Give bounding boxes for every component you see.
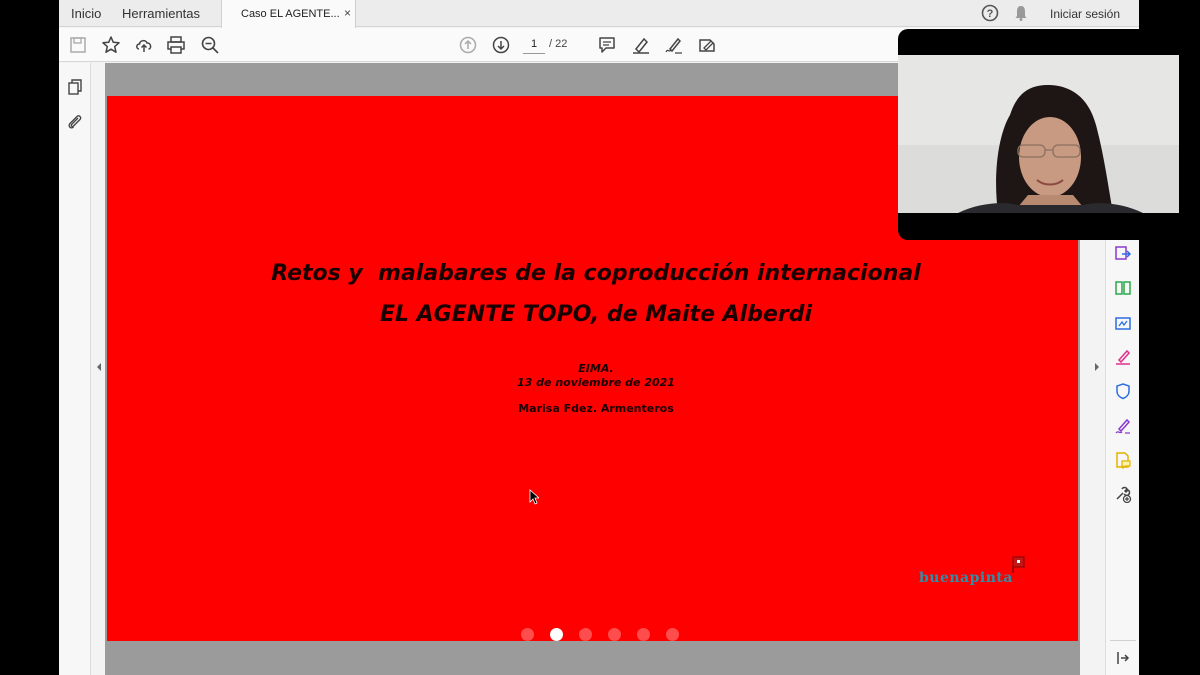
slide-author: Marisa Fdez. Armenteros <box>518 402 674 415</box>
slide-date: 13 de noviembre de 2021 <box>517 376 675 389</box>
logo-flag-icon <box>1012 556 1025 573</box>
panel-divider <box>1110 640 1136 641</box>
pagination-dot[interactable] <box>579 628 592 641</box>
fill-sign-icon[interactable] <box>1114 348 1132 366</box>
sign-in-link[interactable]: Iniciar sesión <box>1050 7 1120 21</box>
svg-text:?: ? <box>987 8 994 20</box>
mouse-cursor-icon <box>529 489 539 505</box>
webcam-overlay[interactable] <box>898 29 1179 240</box>
help-icon[interactable]: ? <box>981 4 999 22</box>
logo-text: buenapinta <box>919 570 1013 586</box>
slide-event: EIMA. <box>578 362 614 375</box>
pagination-dot[interactable] <box>521 628 534 641</box>
close-tab-icon[interactable]: × <box>344 6 351 20</box>
right-panel-toggle-icon[interactable] <box>1093 362 1101 372</box>
organize-pages-icon[interactable] <box>1114 279 1132 297</box>
page-number-input[interactable]: 1 <box>523 34 545 54</box>
buenapinta-logo: buenapinta <box>919 556 1029 592</box>
pagination-dot[interactable] <box>666 628 679 641</box>
left-panel-toggle-icon[interactable] <box>95 362 103 372</box>
pagination-dot[interactable] <box>550 628 563 641</box>
protect-icon[interactable] <box>1114 382 1132 400</box>
slide-pagination <box>521 628 691 642</box>
edit-icon[interactable] <box>696 34 718 56</box>
export-pdf-icon[interactable] <box>1114 245 1132 263</box>
slide-title-line-2: EL AGENTE TOPO, de Maite Alberdi <box>379 302 813 327</box>
pagination-dot[interactable] <box>608 628 621 641</box>
print-icon[interactable] <box>165 34 187 56</box>
create-pdf-icon[interactable] <box>1114 314 1132 332</box>
tab-bar: Inicio Herramientas Caso EL AGENTE... × … <box>59 0 1139 28</box>
more-tools-icon[interactable] <box>1114 485 1132 503</box>
tab-tools[interactable]: Herramientas <box>122 6 200 21</box>
send-review-icon[interactable] <box>1114 451 1132 469</box>
collapse-panel-icon[interactable] <box>1114 649 1132 667</box>
page-down-icon[interactable] <box>490 34 512 56</box>
page-thumbnails-icon[interactable] <box>66 78 84 96</box>
comment-icon[interactable] <box>596 34 618 56</box>
pagination-dot[interactable] <box>637 628 650 641</box>
upload-icon[interactable] <box>133 34 155 56</box>
webcam-video-feed <box>898 55 1179 213</box>
highlight-icon[interactable] <box>630 34 652 56</box>
zoom-out-icon[interactable] <box>199 34 221 56</box>
sign-icon[interactable] <box>663 34 685 56</box>
page-total: / 22 <box>549 38 568 50</box>
page-up-icon[interactable] <box>457 34 479 56</box>
left-navigation-panel <box>59 63 91 675</box>
slide-title-line-1: Retos y malabares de la coproducción int… <box>271 261 921 286</box>
star-icon[interactable] <box>100 34 122 56</box>
bell-icon[interactable] <box>1013 4 1029 22</box>
save-icon[interactable] <box>67 34 89 56</box>
tab-home[interactable]: Inicio <box>71 6 101 21</box>
attachment-icon[interactable] <box>66 113 84 131</box>
edit-pdf-icon[interactable] <box>1114 417 1132 435</box>
document-tab-title: Caso EL AGENTE... <box>241 8 340 20</box>
tab-document[interactable]: Caso EL AGENTE... × <box>221 0 356 28</box>
slide-title: Retos y malabares de la coproducción int… <box>107 253 1085 335</box>
